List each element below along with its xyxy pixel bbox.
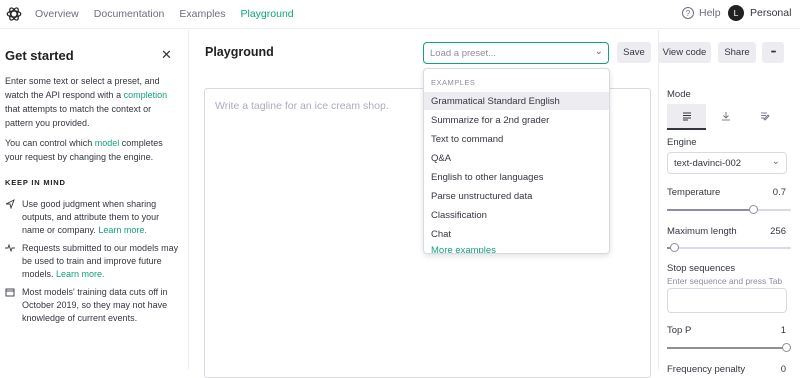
mode-insert-icon[interactable] bbox=[706, 104, 745, 130]
close-icon[interactable]: ✕ bbox=[161, 47, 172, 63]
chevron-down-icon: ⌄ bbox=[594, 46, 603, 57]
mode-edit-icon[interactable] bbox=[746, 104, 785, 130]
temperature-value[interactable]: 0.7 bbox=[773, 187, 786, 198]
preset-option[interactable]: Text to command bbox=[424, 130, 609, 148]
tip-text: Requests submitted to our models may be … bbox=[22, 242, 182, 281]
frequency-penalty-label: Frequency penalty bbox=[667, 364, 746, 375]
tip-item: Use good judgment when sharing outputs, … bbox=[5, 198, 185, 237]
activity-icon bbox=[5, 242, 22, 281]
top-navbar: Overview Documentation Examples Playgrou… bbox=[0, 0, 800, 29]
page-title: Playground bbox=[205, 45, 274, 59]
nav-overview[interactable]: Overview bbox=[35, 8, 79, 20]
learn-more-link[interactable]: Learn more. bbox=[98, 225, 147, 235]
max-length-value[interactable]: 256 bbox=[770, 226, 786, 237]
stop-sequences-label: Stop sequences bbox=[667, 263, 736, 274]
intro-paragraph: Enter some text or select a preset, and … bbox=[5, 74, 180, 130]
engine-label: Engine bbox=[667, 137, 697, 148]
slider-handle[interactable] bbox=[669, 243, 679, 252]
model-link[interactable]: model bbox=[95, 138, 120, 148]
calendar-icon bbox=[5, 286, 22, 325]
preset-option[interactable]: Q&A bbox=[424, 149, 609, 167]
preset-option[interactable]: Grammatical Standard English bbox=[424, 92, 609, 110]
settings-panel: Mode Engine text-davinci-002 ⌄ Temperatu… bbox=[658, 30, 800, 375]
preset-placeholder: Load a preset... bbox=[430, 48, 497, 59]
editor-placeholder: Write a tagline for an ice cream shop. bbox=[215, 100, 389, 112]
top-p-slider[interactable] bbox=[667, 343, 791, 352]
preset-option[interactable]: Parse unstructured data bbox=[424, 187, 609, 205]
save-button[interactable]: Save bbox=[617, 42, 651, 63]
avatar: L bbox=[728, 5, 744, 21]
openai-logo-icon[interactable] bbox=[5, 5, 23, 23]
max-length-label: Maximum length bbox=[667, 226, 737, 237]
tip-item: Most models' training data cuts off in O… bbox=[5, 286, 185, 325]
engine-paragraph: You can control which model completes yo… bbox=[5, 136, 180, 164]
nav-playground[interactable]: Playground bbox=[241, 8, 294, 20]
user-menu[interactable]: L Personal bbox=[728, 5, 791, 21]
chevron-down-icon: ⌄ bbox=[771, 156, 780, 167]
preset-select[interactable]: Load a preset... ⌄ bbox=[423, 42, 609, 64]
completion-link[interactable]: completion bbox=[124, 90, 168, 100]
top-p-value[interactable]: 1 bbox=[781, 325, 786, 336]
dropdown-section-header: EXAMPLES bbox=[431, 78, 476, 87]
stop-sequences-input[interactable] bbox=[667, 288, 787, 313]
preset-dropdown: EXAMPLES Grammatical Standard English Su… bbox=[423, 68, 610, 254]
temperature-label: Temperature bbox=[667, 187, 721, 198]
slider-handle[interactable] bbox=[749, 205, 759, 214]
engine-value: text-davinci-002 bbox=[674, 158, 742, 169]
temperature-slider[interactable] bbox=[667, 205, 791, 214]
intro-text-2: that attempts to match the context or pa… bbox=[5, 104, 152, 128]
stop-sequences-hint: Enter sequence and press Tab bbox=[667, 276, 783, 286]
preset-option[interactable]: English to other languages bbox=[424, 168, 609, 186]
mode-label: Mode bbox=[667, 89, 691, 100]
sidebar-title: Get started bbox=[5, 48, 74, 63]
max-length-slider[interactable] bbox=[667, 243, 791, 252]
engine-text: You can control which bbox=[5, 138, 95, 148]
preset-option[interactable]: Chat bbox=[424, 225, 609, 243]
help-circle-icon: ? bbox=[682, 7, 694, 19]
nav-examples[interactable]: Examples bbox=[179, 8, 225, 20]
more-examples-link[interactable]: More examples bbox=[431, 245, 496, 253]
frequency-penalty-value[interactable]: 0 bbox=[781, 364, 786, 375]
help-link[interactable]: ? Help bbox=[682, 7, 721, 19]
send-icon bbox=[5, 198, 22, 237]
user-name: Personal bbox=[750, 7, 792, 19]
engine-select[interactable]: text-davinci-002 ⌄ bbox=[667, 152, 787, 174]
tip-text: Use good judgment when sharing outputs, … bbox=[22, 198, 182, 237]
get-started-sidebar: Get started ✕ Enter some text or select … bbox=[0, 30, 189, 369]
slider-handle[interactable] bbox=[782, 343, 791, 352]
preset-option[interactable]: Summarize for a 2nd grader bbox=[424, 111, 609, 129]
top-p-label: Top P bbox=[667, 325, 692, 336]
nav-documentation[interactable]: Documentation bbox=[94, 8, 165, 20]
mode-switch bbox=[667, 104, 785, 130]
tip-text: Most models' training data cuts off in O… bbox=[22, 287, 168, 323]
tip-item: Requests submitted to our models may be … bbox=[5, 242, 185, 281]
preset-option[interactable]: Classification bbox=[424, 206, 609, 224]
learn-more-link[interactable]: Learn more. bbox=[56, 269, 105, 279]
main-nav: Overview Documentation Examples Playgrou… bbox=[35, 8, 309, 20]
keep-in-mind-heading: KEEP IN MIND bbox=[5, 178, 66, 187]
help-label: Help bbox=[699, 7, 721, 19]
mode-complete-icon[interactable] bbox=[667, 104, 707, 130]
